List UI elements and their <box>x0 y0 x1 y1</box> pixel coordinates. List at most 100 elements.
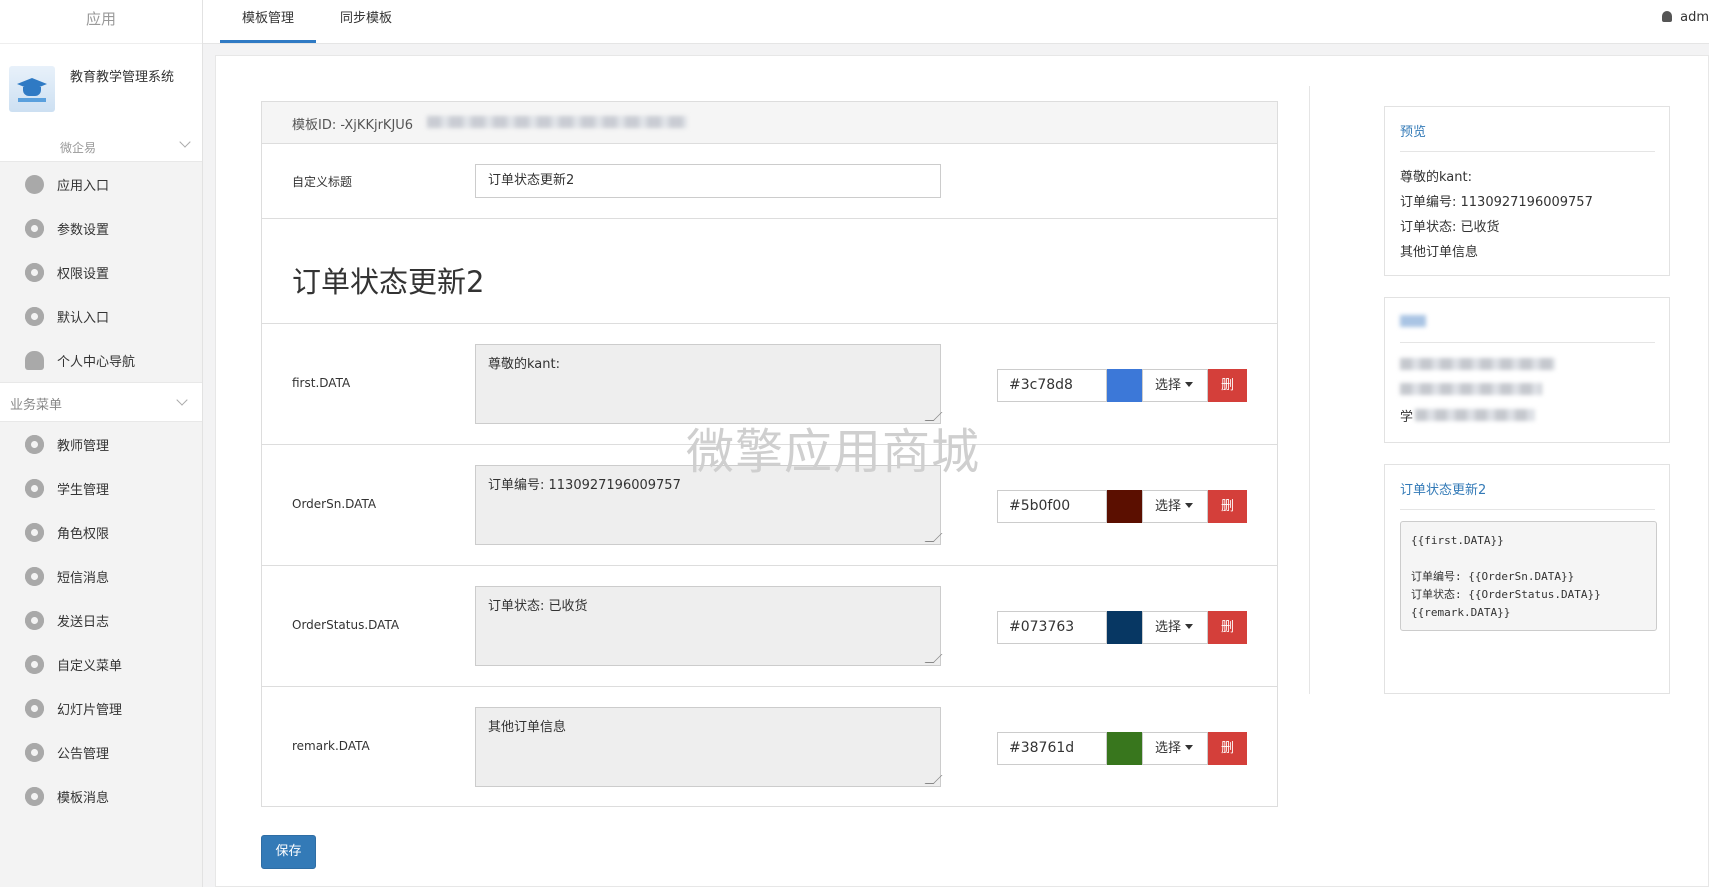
top-bar: 模板管理 同步模板 adm <box>203 0 1709 44</box>
select-color-button[interactable]: 选择 <box>1142 732 1208 765</box>
preview-line: 其他订单信息 <box>1400 245 1479 260</box>
field-row: OrderStatus.DATA 订单状态: 已收货 #073763 选择 删 <box>262 566 1277 687</box>
sidebar-item-announcements[interactable]: 公告管理 <box>0 730 202 774</box>
group-header-label: 业务菜单 <box>10 398 63 413</box>
sidebar-item-send-log[interactable]: 发送日志 <box>0 598 202 642</box>
divider <box>1400 151 1655 152</box>
delete-button[interactable]: 删 <box>1208 490 1247 523</box>
gear-icon <box>25 523 44 542</box>
sidebar-item-label: 教师管理 <box>57 439 110 454</box>
sidebar-item-label: 权限设置 <box>57 267 110 282</box>
gear-icon <box>25 219 44 238</box>
sidebar-item-students[interactable]: 学生管理 <box>0 466 202 510</box>
select-label: 选择 <box>1155 378 1182 393</box>
template-title: 订单状态更新2 <box>292 265 485 299</box>
preview-line: 订单状态: 已收货 <box>1400 220 1500 235</box>
blurred-line <box>1400 358 1555 370</box>
divider <box>1400 342 1655 343</box>
sidebar-item-label: 公告管理 <box>57 747 110 762</box>
field-row: remark.DATA 其他订单信息 #38761d 选择 删 <box>262 687 1277 807</box>
sidebar-item-default-entry[interactable]: 默认入口 <box>0 294 202 338</box>
sidebar-item-template-messages[interactable]: 模板消息 <box>0 774 202 818</box>
color-swatch[interactable] <box>1107 732 1142 765</box>
color-swatch[interactable] <box>1107 611 1142 644</box>
sub-header-label: 微企易 <box>60 141 97 155</box>
template-source-panel: 订单状态更新2 {{first.DATA}} 订单编号: {{OrderSn.D… <box>1384 464 1670 694</box>
blurred-preview-panel: 学 <box>1384 297 1670 443</box>
app-block[interactable]: 教育教学管理系统 <box>0 44 202 126</box>
caret-down-icon <box>1185 624 1194 629</box>
select-label: 选择 <box>1155 499 1182 514</box>
delete-button[interactable]: 删 <box>1208 732 1247 765</box>
sidebar-item-permissions[interactable]: 权限设置 <box>0 250 202 294</box>
caret-down-icon <box>1185 745 1194 750</box>
sidebar-item-label: 发送日志 <box>57 615 110 630</box>
field-key: remark.DATA <box>292 739 370 753</box>
field-key: OrderStatus.DATA <box>292 618 400 632</box>
sidebar-item-roles[interactable]: 角色权限 <box>0 510 202 554</box>
custom-title-input[interactable]: 订单状态更新2 <box>475 164 941 198</box>
tab-sync-templates[interactable]: 同步模板 <box>324 0 408 43</box>
preview-line: 尊敬的kant: <box>1400 170 1472 185</box>
color-swatch[interactable] <box>1107 490 1142 523</box>
watermark: 微擎应用商城 <box>686 424 981 480</box>
sidebar-item-app-entry[interactable]: 应用入口 <box>0 162 202 206</box>
delete-button[interactable]: 删 <box>1208 369 1247 402</box>
select-color-button[interactable]: 选择 <box>1142 611 1208 644</box>
save-button[interactable]: 保存 <box>261 835 316 869</box>
sidebar-item-user-center[interactable]: 个人中心导航 <box>0 338 202 382</box>
field-key: OrderSn.DATA <box>292 497 377 511</box>
template-id-row: 模板ID: -XjKKjrKJU6 <box>262 102 1277 144</box>
graduation-cap-icon <box>9 66 55 112</box>
user-icon <box>1662 11 1673 22</box>
field-key: first.DATA <box>292 376 351 390</box>
app-name: 教育教学管理系统 <box>70 70 175 85</box>
select-color-button[interactable]: 选择 <box>1142 490 1208 523</box>
gear-icon <box>25 567 44 586</box>
select-label: 选择 <box>1155 741 1182 756</box>
sidebar-menu: 应用入口 参数设置 权限设置 默认入口 个人中心导航 <box>0 162 202 382</box>
sidebar-item-slides[interactable]: 幻灯片管理 <box>0 686 202 730</box>
sidebar-item-label: 模板消息 <box>57 791 110 806</box>
blurred-line <box>1415 409 1535 421</box>
gear-icon <box>25 787 44 806</box>
color-input[interactable]: #38761d <box>997 732 1107 765</box>
select-color-button[interactable]: 选择 <box>1142 369 1208 402</box>
preview-line: 订单编号: 1130927196009757 <box>1400 195 1593 210</box>
color-input[interactable]: #3c78d8 <box>997 369 1107 402</box>
color-input[interactable]: #5b0f00 <box>997 490 1107 523</box>
business-menu: 教师管理 学生管理 角色权限 短信消息 发送日志 自定义菜单 幻灯片管理 公告管… <box>0 422 202 818</box>
title-display-row: 订单状态更新2 <box>262 219 1277 324</box>
chevron-down-icon <box>179 136 191 148</box>
sub-header[interactable]: 微企易 <box>0 126 202 162</box>
color-input[interactable]: #073763 <box>997 611 1107 644</box>
field-value-textarea[interactable]: 订单状态: 已收货 <box>475 586 941 666</box>
gear-icon <box>25 307 44 326</box>
sidebar-item-params[interactable]: 参数设置 <box>0 206 202 250</box>
sidebar-item-label: 角色权限 <box>57 527 110 542</box>
sidebar-item-label: 参数设置 <box>57 223 110 238</box>
user-menu[interactable]: adm <box>1662 10 1709 25</box>
preview-panel: 预览 尊敬的kant: 订单编号: 1130927196009757 订单状态:… <box>1384 106 1670 276</box>
sidebar: 应用 教育教学管理系统 微企易 应用入口 参数设置 权限设置 默认入口 个人中心… <box>0 0 203 887</box>
user-name: adm <box>1680 10 1709 25</box>
sidebar-item-sms[interactable]: 短信消息 <box>0 554 202 598</box>
field-value-textarea[interactable]: 其他订单信息 <box>475 707 941 787</box>
gear-icon <box>25 655 44 674</box>
gear-icon <box>25 479 44 498</box>
caret-down-icon <box>1185 382 1194 387</box>
sidebar-header: 应用 <box>0 0 202 44</box>
tab-template-management[interactable]: 模板管理 <box>220 0 316 43</box>
sidebar-item-label: 自定义菜单 <box>57 659 123 674</box>
color-swatch[interactable] <box>1107 369 1142 402</box>
template-code: {{first.DATA}} 订单编号: {{OrderSn.DATA}} 订单… <box>1400 521 1657 631</box>
chat-icon <box>25 175 44 194</box>
sidebar-item-custom-menu[interactable]: 自定义菜单 <box>0 642 202 686</box>
divider <box>1309 86 1310 694</box>
sidebar-item-label: 幻灯片管理 <box>57 703 123 718</box>
business-menu-header[interactable]: 业务菜单 <box>0 382 202 422</box>
gear-icon <box>25 743 44 762</box>
delete-button[interactable]: 删 <box>1208 611 1247 644</box>
sidebar-item-teachers[interactable]: 教师管理 <box>0 422 202 466</box>
template-source-title: 订单状态更新2 <box>1400 483 1487 498</box>
